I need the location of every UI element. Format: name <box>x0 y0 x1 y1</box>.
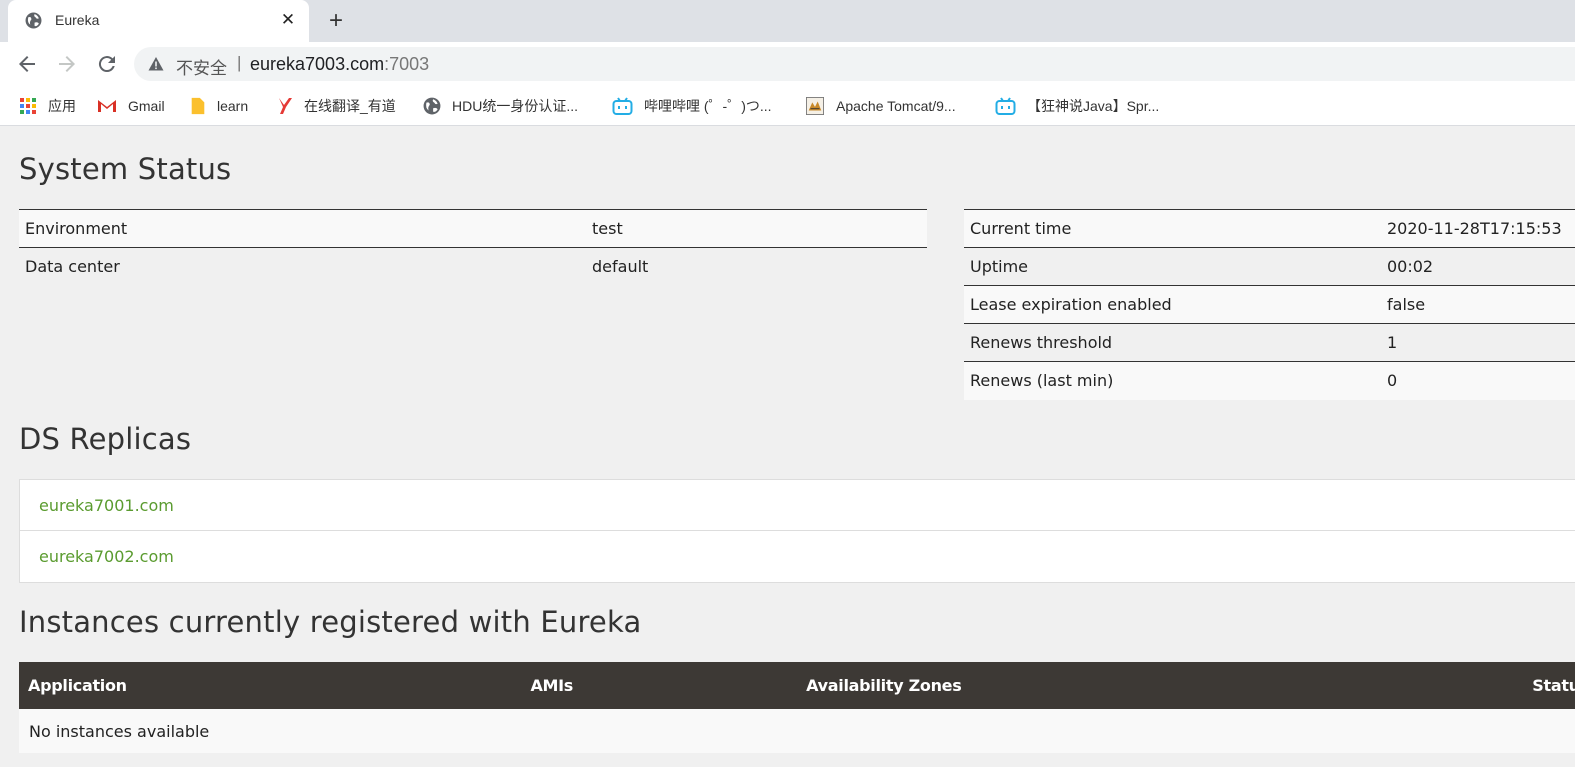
bookmark-bilibili[interactable]: 哔哩哔哩 (゜-゜)つ... <box>612 96 772 116</box>
url-host: eureka7003.com <box>250 54 385 74</box>
ds-replicas-heading: DS Replicas <box>19 422 192 456</box>
bilibili-icon <box>995 97 1016 115</box>
status-value: test <box>586 209 927 248</box>
close-tab-icon[interactable]: ✕ <box>278 9 298 31</box>
bookmark-label: 在线翻译_有道 <box>304 98 396 114</box>
forward-arrow-icon[interactable] <box>55 52 79 76</box>
column-header-amis: AMIs <box>521 662 798 709</box>
bookmark-label: learn <box>217 98 249 114</box>
status-row-renews-last-min: Renews (last min) 0 <box>964 361 1575 400</box>
instances-header-row: Application AMIs Availability Zones Stat… <box>19 662 1575 709</box>
status-value: default <box>586 247 927 286</box>
globe-icon <box>25 12 42 29</box>
bookmark-label: 应用 <box>48 98 76 114</box>
tab-title: Eureka <box>55 12 100 28</box>
page-content: System Status Environment test Data cent… <box>0 127 1575 767</box>
status-label: Renews (last min) <box>964 361 1381 400</box>
url-text[interactable]: eureka7003.com:7003 <box>250 54 429 75</box>
status-label: Lease expiration enabled <box>964 285 1381 324</box>
ds-replicas-list: eureka7001.com eureka7002.com <box>19 479 1575 583</box>
table-row: No instances available <box>19 709 1575 753</box>
bookmark-label: Apache Tomcat/9... <box>836 98 956 114</box>
status-label: Environment <box>19 209 586 248</box>
tab-eureka[interactable]: Eureka ✕ <box>8 0 309 42</box>
status-label: Uptime <box>964 247 1381 286</box>
status-row-current-time: Current time 2020-11-28T17:15:53 <box>964 209 1575 248</box>
column-header-application: Application <box>19 662 522 709</box>
column-header-status: Status <box>1523 662 1575 709</box>
bookmark-kuangshen[interactable]: 【狂神说Java】Spr... <box>995 96 1159 116</box>
status-value: 2020-11-28T17:15:53 <box>1381 209 1575 248</box>
status-value: 00:02 <box>1381 247 1575 286</box>
browser-toolbar: 不安全 | eureka7003.com:7003 <box>0 42 1575 86</box>
status-value: false <box>1381 285 1575 324</box>
bookmark-learn[interactable]: learn <box>190 96 248 116</box>
gmail-icon <box>98 100 116 112</box>
bilibili-icon <box>612 97 633 115</box>
instances-heading: Instances currently registered with Eure… <box>19 605 642 639</box>
reload-icon[interactable] <box>95 52 119 76</box>
status-value: 0 <box>1381 361 1575 400</box>
status-row-environment: Environment test <box>19 209 927 248</box>
back-arrow-icon[interactable] <box>15 52 39 76</box>
replica-link[interactable]: eureka7001.com <box>20 480 1575 531</box>
bookmark-label: 哔哩哔哩 (゜-゜)つ... <box>644 98 772 114</box>
status-label: Current time <box>964 209 1381 248</box>
globe-icon <box>423 97 441 115</box>
bookmark-youdao[interactable]: 在线翻译_有道 <box>277 96 396 116</box>
status-row-renews-threshold: Renews threshold 1 <box>964 323 1575 362</box>
bookmark-label: 【狂神说Java】Spr... <box>1027 98 1160 114</box>
status-label: Renews threshold <box>964 323 1381 362</box>
bookmark-label: Gmail <box>128 98 165 114</box>
insecure-label[interactable]: 不安全 <box>176 54 227 79</box>
tomcat-icon <box>806 97 824 115</box>
folder-icon <box>191 97 205 115</box>
no-instances-message: No instances available <box>19 709 1575 753</box>
status-label: Data center <box>19 247 586 286</box>
status-row-uptime: Uptime 00:02 <box>964 247 1575 286</box>
warning-icon[interactable] <box>148 56 164 72</box>
bookmark-hdu[interactable]: HDU统一身份认证... <box>423 96 578 116</box>
bookmark-gmail[interactable]: Gmail <box>97 96 165 116</box>
status-row-data-center: Data center default <box>19 247 927 286</box>
bookmark-label: HDU统一身份认证... <box>452 98 578 114</box>
bookmark-apps[interactable]: 应用 <box>19 96 76 116</box>
youdao-icon <box>279 98 292 114</box>
url-port: :7003 <box>384 54 430 74</box>
bookmarks-bar: 应用 Gmail learn 在线翻译_有道 HDU统一身份认证... 哔哩哔哩… <box>0 86 1575 126</box>
column-header-availability-zones: Availability Zones <box>797 662 1524 709</box>
new-tab-button[interactable]: + <box>322 8 350 34</box>
replica-link[interactable]: eureka7002.com <box>20 531 1575 582</box>
bookmark-tomcat[interactable]: Apache Tomcat/9... <box>805 96 956 116</box>
address-bar[interactable]: 不安全 | eureka7003.com:7003 <box>134 47 1575 81</box>
tab-strip: Eureka ✕ + <box>0 0 1575 42</box>
apps-grid-icon <box>20 98 36 114</box>
status-value: 1 <box>1381 323 1575 362</box>
url-separator: | <box>237 53 242 72</box>
system-status-right-table: Current time 2020-11-28T17:15:53 Uptime … <box>964 209 1575 400</box>
system-status-left-table: Environment test Data center default <box>19 209 927 286</box>
instances-table: Application AMIs Availability Zones Stat… <box>19 662 1575 753</box>
system-status-heading: System Status <box>19 152 232 186</box>
status-row-lease-expiration: Lease expiration enabled false <box>964 285 1575 324</box>
